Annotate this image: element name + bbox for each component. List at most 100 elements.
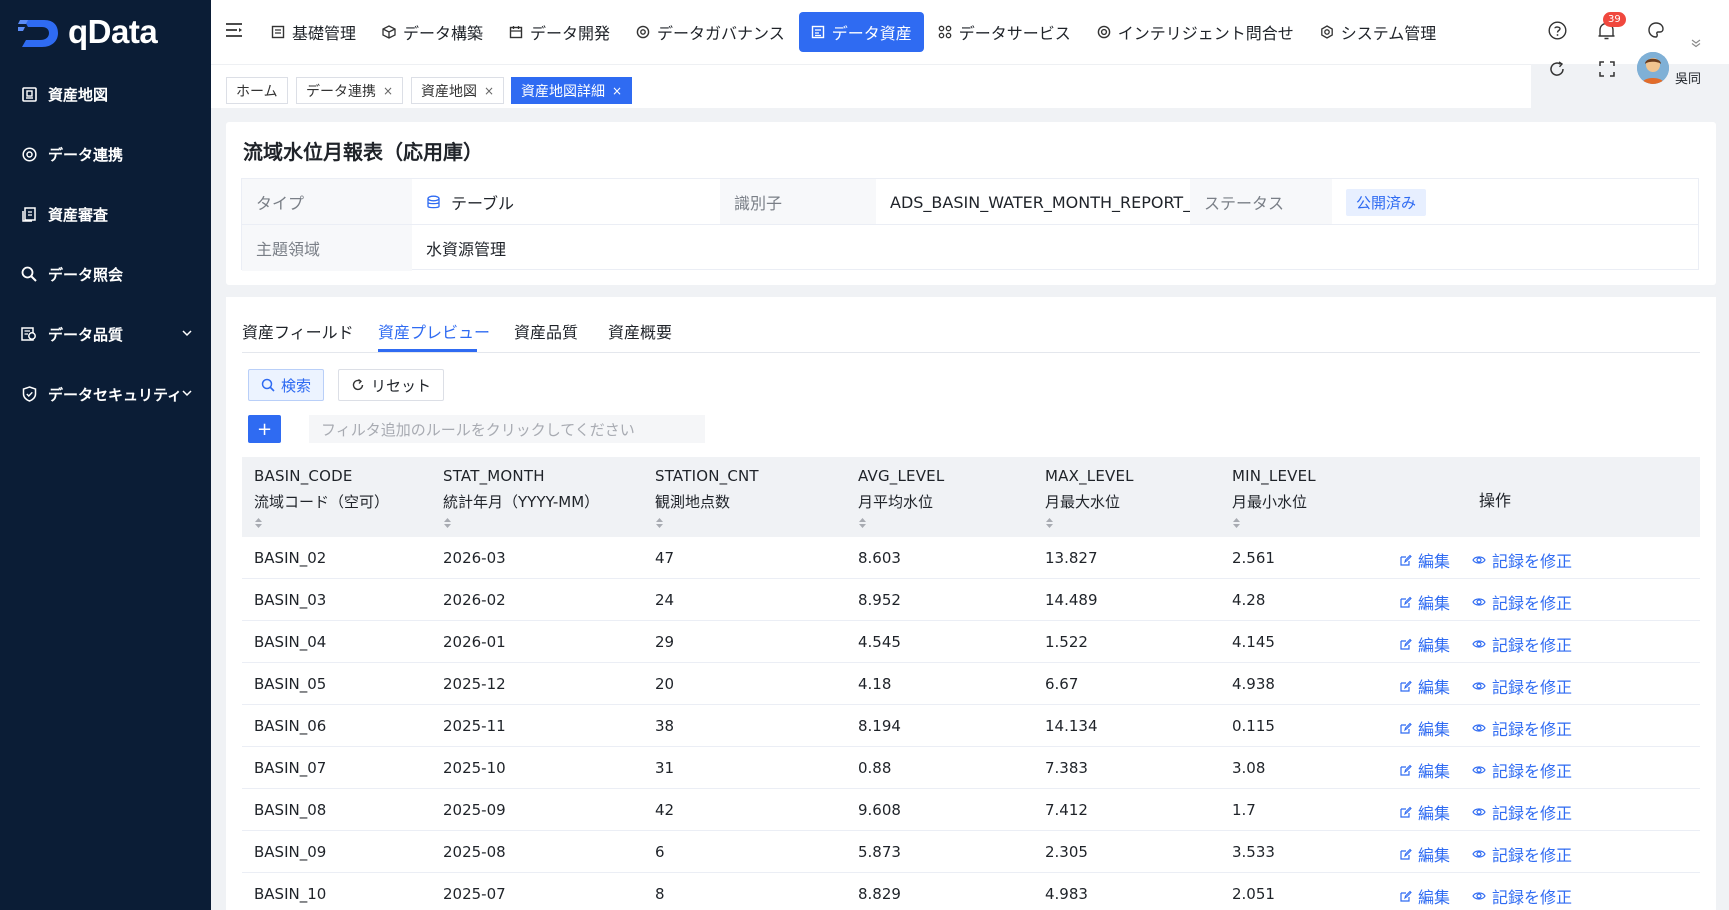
sort-icon[interactable] xyxy=(1045,517,1134,529)
eye-icon xyxy=(1472,806,1486,818)
gear-icon xyxy=(636,25,650,39)
fix-record-button[interactable]: 記録を修正 xyxy=(1472,884,1572,908)
chevron-double-down-icon[interactable] xyxy=(1691,38,1701,48)
table-cell: BASIN_05 xyxy=(254,675,327,693)
sort-icon[interactable] xyxy=(443,517,599,529)
sidebar-item-label: データ連携 xyxy=(48,145,124,164)
settings-icon xyxy=(1320,25,1334,39)
asset-preview-card: 資産フィールド 資産プレビュー 資産品質 資産概要 検索 リセット + フィルタ… xyxy=(226,297,1716,910)
tag-data-link[interactable]: データ連携 × xyxy=(296,77,404,104)
table-cell: 2026-02 xyxy=(443,591,506,609)
fix-record-button[interactable]: 記録を修正 xyxy=(1472,758,1572,782)
sidebar-item-asset-review[interactable]: 資産審査 xyxy=(0,184,211,244)
sidebar-item-data-query[interactable]: データ照会 xyxy=(0,244,211,304)
eye-icon xyxy=(1472,596,1486,608)
status-label: ステータス xyxy=(1190,179,1332,225)
column-header[interactable]: STATION_CNT 観測地点数 xyxy=(655,467,759,529)
search-button-label: 検索 xyxy=(281,376,312,395)
brand-name: qData xyxy=(68,13,158,50)
fix-record-button[interactable]: 記録を修正 xyxy=(1472,632,1572,656)
fix-record-button[interactable]: 記録を修正 xyxy=(1472,548,1572,572)
eye-icon xyxy=(1472,848,1486,860)
table-row: BASIN_04 2026-01 29 4.545 1.522 4.145 編集 記録を修正 xyxy=(242,621,1700,663)
add-filter-button[interactable]: + xyxy=(248,415,281,443)
fix-record-button[interactable]: 記録を修正 xyxy=(1472,716,1572,740)
shield-icon xyxy=(20,385,38,403)
column-header[interactable]: MAX_LEVEL 月最大水位 xyxy=(1045,467,1134,529)
sidebar-item-data-security[interactable]: データセキュリティ xyxy=(0,364,211,424)
sort-icon[interactable] xyxy=(254,517,389,529)
column-header[interactable]: AVG_LEVEL 月平均水位 xyxy=(858,467,944,529)
filter-rule-input[interactable]: フィルタ追加のルールをクリックしてください xyxy=(309,415,705,443)
edit-button[interactable]: 編集 xyxy=(1399,758,1450,782)
topnav-system-management[interactable]: システム管理 xyxy=(1308,12,1449,52)
edit-button[interactable]: 編集 xyxy=(1399,548,1450,572)
close-icon[interactable]: × xyxy=(383,84,393,98)
sidebar-item-asset-map[interactable]: 資産地図 xyxy=(0,64,211,124)
table-cell: 2025-10 xyxy=(443,759,506,777)
topnav-data-asset[interactable]: データ資産 xyxy=(798,12,924,52)
fullscreen-icon[interactable] xyxy=(1598,60,1616,78)
sort-icon[interactable] xyxy=(858,517,944,529)
edit-button[interactable]: 編集 xyxy=(1399,590,1450,614)
domain-label: 主題領域 xyxy=(242,225,412,271)
topnav-label: データ資産 xyxy=(831,24,912,43)
sort-icon[interactable] xyxy=(655,517,759,529)
topnav-data-service[interactable]: データサービス xyxy=(926,12,1083,52)
edit-button[interactable]: 編集 xyxy=(1399,674,1450,698)
tag-asset-map-detail[interactable]: 資産地図詳細 × xyxy=(511,77,633,104)
search-button[interactable]: 検索 xyxy=(248,369,325,401)
tab-asset-fields[interactable]: 資産フィールド xyxy=(242,319,354,343)
column-header[interactable]: MIN_LEVEL 月最小水位 xyxy=(1232,467,1316,529)
chevron-down-icon[interactable] xyxy=(181,387,193,399)
table-cell: 2.051 xyxy=(1232,885,1275,903)
tab-asset-overview[interactable]: 資産概要 xyxy=(608,319,672,343)
fix-record-label: 記録を修正 xyxy=(1492,720,1573,739)
brand-logo[interactable]: qData xyxy=(18,12,158,52)
sidebar-item-data-link[interactable]: データ連携 xyxy=(0,124,211,184)
topnav-data-build[interactable]: データ構築 xyxy=(370,12,495,52)
topnav-basic-management[interactable]: 基礎管理 xyxy=(259,12,368,52)
edit-button[interactable]: 編集 xyxy=(1399,716,1450,740)
column-desc: 月最小水位 xyxy=(1232,493,1308,511)
theme-icon[interactable] xyxy=(1647,21,1665,40)
tab-asset-quality[interactable]: 資産品質 xyxy=(514,319,578,343)
table-cell: BASIN_02 xyxy=(254,549,327,567)
close-icon[interactable]: × xyxy=(484,84,494,98)
column-header[interactable]: BASIN_CODE 流域コード（空可） xyxy=(254,467,389,529)
help-icon[interactable] xyxy=(1548,21,1567,40)
edit-button[interactable]: 編集 xyxy=(1399,884,1450,908)
table-cell: 29 xyxy=(655,633,675,651)
tag-asset-map[interactable]: 資産地図 × xyxy=(411,77,505,104)
topnav-intelligent-query[interactable]: インテリジェント問合せ xyxy=(1085,12,1306,52)
refresh-icon[interactable] xyxy=(1548,60,1566,78)
table-cell: 2025-12 xyxy=(443,675,506,693)
table-row: BASIN_02 2026-03 47 8.603 13.827 2.561 編集 記録を修正 xyxy=(242,537,1700,579)
fix-record-button[interactable]: 記録を修正 xyxy=(1472,590,1572,614)
edit-label: 編集 xyxy=(1418,804,1451,823)
topnav-data-development[interactable]: データ開発 xyxy=(497,12,622,52)
table-cell: 7.383 xyxy=(1045,759,1088,777)
edit-button[interactable]: 編集 xyxy=(1399,842,1450,866)
menu-toggle-icon[interactable] xyxy=(225,22,243,38)
edit-button[interactable]: 編集 xyxy=(1399,632,1450,656)
reset-button[interactable]: リセット xyxy=(338,369,445,401)
fix-record-button[interactable]: 記録を修正 xyxy=(1472,674,1572,698)
fix-record-label: 記録を修正 xyxy=(1492,888,1573,907)
close-icon[interactable]: × xyxy=(612,84,622,98)
username[interactable]: 吳同 xyxy=(1675,68,1701,87)
table-cell: 4.18 xyxy=(858,675,892,693)
sidebar-item-data-quality[interactable]: データ品質 xyxy=(0,304,211,364)
fix-record-button[interactable]: 記録を修正 xyxy=(1472,800,1572,824)
edit-icon xyxy=(1399,848,1412,861)
avatar[interactable] xyxy=(1637,52,1669,84)
chevron-down-icon[interactable] xyxy=(181,327,193,339)
edit-button[interactable]: 編集 xyxy=(1399,800,1450,824)
sort-icon[interactable] xyxy=(1232,517,1316,529)
table-cell: 38 xyxy=(655,717,675,735)
tab-asset-preview[interactable]: 資産プレビュー xyxy=(378,319,490,343)
column-header[interactable]: STAT_MONTH 統計年月（YYYY-MM） xyxy=(443,467,599,529)
tag-home[interactable]: ホーム xyxy=(226,77,288,104)
topnav-data-governance[interactable]: データガバナンス xyxy=(624,12,797,52)
fix-record-button[interactable]: 記録を修正 xyxy=(1472,842,1572,866)
